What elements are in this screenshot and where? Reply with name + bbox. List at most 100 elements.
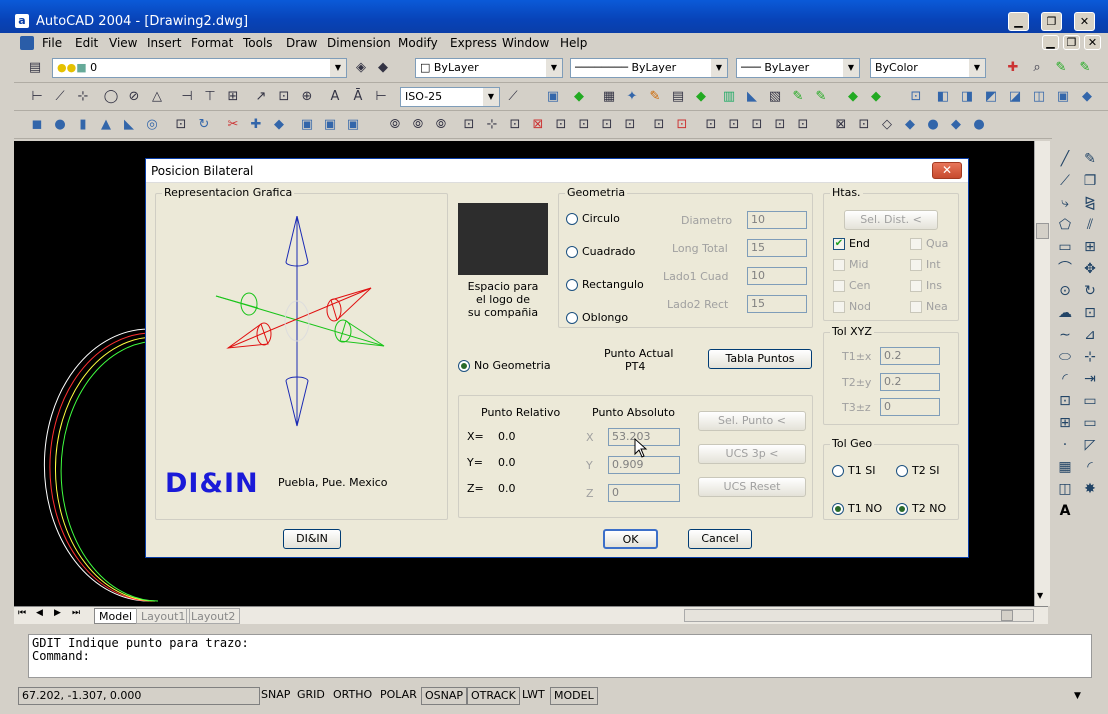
flat-edges-icon[interactable]: ◆ <box>947 116 965 134</box>
chevron-down-icon[interactable]: ▼ <box>711 59 727 77</box>
chevron-down-icon[interactable]: ▼ <box>843 59 859 77</box>
horizontal-scrollbar[interactable] <box>684 609 1034 622</box>
box-icon[interactable]: ◼ <box>28 116 46 134</box>
dim-update-icon[interactable]: ⊢ <box>372 88 390 106</box>
dim-edit-icon[interactable]: A <box>326 88 344 106</box>
break-at-point-icon[interactable]: ▭ <box>1080 413 1100 433</box>
radio-t1-si[interactable] <box>832 465 844 477</box>
doc-minimize-button[interactable]: ▁ <box>1042 35 1059 50</box>
radio-circulo[interactable] <box>566 213 578 225</box>
chamfer-icon[interactable]: ◸ <box>1080 435 1100 455</box>
check-nod[interactable] <box>833 301 845 313</box>
offset-faces-icon[interactable]: ⊡ <box>506 116 524 134</box>
next-tab-arrow-icon[interactable]: ▶ <box>54 608 61 618</box>
zoom-realtime-icon[interactable]: ✚ <box>1004 59 1022 77</box>
view-bottom-icon[interactable]: ◨ <box>958 88 976 106</box>
subtract-icon[interactable]: ⦾ <box>409 116 427 134</box>
prev-tab-arrow-icon[interactable]: ◀ <box>36 608 43 618</box>
shell-icon[interactable]: ⊡ <box>771 116 789 134</box>
menu-edit[interactable]: Edit <box>75 36 98 50</box>
check-icon[interactable]: ⊡ <box>794 116 812 134</box>
view-iso-icon[interactable]: ◆ <box>1078 88 1096 106</box>
view-top-icon[interactable]: ◧ <box>934 88 952 106</box>
tolerance-icon[interactable]: ⊡ <box>275 88 293 106</box>
lwt-toggle[interactable]: LWT <box>519 687 548 705</box>
continue-dim-icon[interactable]: ⊞ <box>224 88 242 106</box>
arc-icon[interactable]: ⌒ <box>1055 259 1075 279</box>
sel-punto-button[interactable]: Sel. Punto < <box>698 411 806 431</box>
menu-format[interactable]: Format <box>191 36 233 50</box>
gradient-icon[interactable]: ◆ <box>692 88 710 106</box>
taper-faces-icon[interactable]: ⊡ <box>575 116 593 134</box>
setup-view-icon[interactable]: ▣ <box>321 116 339 134</box>
ucs-icon[interactable]: ⊡ <box>907 88 925 106</box>
tabla-puntos-button[interactable]: Tabla Puntos <box>708 349 812 369</box>
otrack-toggle[interactable]: OTRACK <box>467 687 520 705</box>
make-current-layer-icon[interactable]: ◈ <box>352 59 370 77</box>
check-end[interactable]: ✔ <box>833 238 845 250</box>
abs-z-field[interactable]: 0 <box>608 484 680 502</box>
tab-layout1[interactable]: Layout1 <box>136 608 191 624</box>
dim-style-icon[interactable]: ⟋ <box>504 88 522 106</box>
rotate-icon[interactable]: ↻ <box>1080 281 1100 301</box>
abs-y-field[interactable]: 0.909 <box>608 456 680 474</box>
menu-view[interactable]: View <box>109 36 137 50</box>
sphere-icon[interactable]: ● <box>51 116 69 134</box>
menu-help[interactable]: Help <box>560 36 587 50</box>
angular-dim-icon[interactable]: △ <box>148 88 166 106</box>
intersect-icon[interactable]: ⦾ <box>432 116 450 134</box>
lado1-cuad-field[interactable]: 10 <box>747 267 807 285</box>
close-window-button[interactable]: ✕ <box>1074 12 1095 31</box>
menu-modify[interactable]: Modify <box>398 36 438 50</box>
baseline-dim-icon[interactable]: ⊤ <box>201 88 219 106</box>
tab-layout2[interactable]: Layout2 <box>186 608 241 624</box>
multiline-text-icon[interactable]: ▤ <box>669 88 687 106</box>
t1x-field[interactable]: 0.2 <box>880 347 940 365</box>
vertical-scrollbar[interactable]: ▼ <box>1034 141 1050 606</box>
radio-cuadrado[interactable] <box>566 246 578 258</box>
trim-icon[interactable]: ⊹ <box>1080 347 1100 367</box>
t3z-field[interactable]: 0 <box>880 398 940 416</box>
radio-rectangulo[interactable] <box>566 279 578 291</box>
radio-no-geometria[interactable] <box>458 360 470 372</box>
extend-icon[interactable]: ⇥ <box>1080 369 1100 389</box>
check-nea[interactable] <box>910 301 922 313</box>
interfere-icon[interactable]: ◆ <box>270 116 288 134</box>
rectangle-icon[interactable]: ▭ <box>1055 237 1075 257</box>
menu-window[interactable]: Window <box>502 36 549 50</box>
command-prompt[interactable]: Command: <box>32 650 1088 663</box>
explode-icon[interactable]: ✸ <box>1080 479 1100 499</box>
check-int[interactable] <box>910 259 922 271</box>
plotstyle-combo[interactable]: ByColor ▼ <box>870 58 986 78</box>
erase-icon[interactable]: ✎ <box>1080 149 1100 169</box>
ucs-3p-button[interactable]: UCS 3p < <box>698 444 806 464</box>
fillet-icon[interactable]: ◜ <box>1080 457 1100 477</box>
gouraud-icon[interactable]: ● <box>924 116 942 134</box>
maximize-button[interactable]: ❐ <box>1041 12 1062 31</box>
layer-previous-icon[interactable]: ◆ <box>374 59 392 77</box>
torus-icon[interactable]: ◎ <box>143 116 161 134</box>
break-icon[interactable]: ▭ <box>1080 391 1100 411</box>
cone-icon[interactable]: ▲ <box>97 116 115 134</box>
t2y-field[interactable]: 0.2 <box>880 373 940 391</box>
quick-dim-icon[interactable]: ⊣ <box>178 88 196 106</box>
layer-combo[interactable]: ●●■ 0 ▼ <box>52 58 347 78</box>
imprint-icon[interactable]: ⊡ <box>702 116 720 134</box>
ortho-toggle[interactable]: ORTHO <box>330 687 375 705</box>
lineweight-combo[interactable]: ─── ByLayer ▼ <box>736 58 860 78</box>
view-back-icon[interactable]: ▣ <box>1054 88 1072 106</box>
linear-dim-icon[interactable]: ⊢ <box>28 88 46 106</box>
radio-t2-no[interactable] <box>896 503 908 515</box>
flat-shaded-icon[interactable]: ◆ <box>901 116 919 134</box>
osnap-toggle[interactable]: OSNAP <box>421 687 468 705</box>
ordinate-dim-icon[interactable]: ⊹ <box>74 88 92 106</box>
menu-draw[interactable]: Draw <box>286 36 317 50</box>
hatch-icon[interactable]: ▦ <box>600 88 618 106</box>
section-icon[interactable]: ✚ <box>247 116 265 134</box>
express-tool-2-icon[interactable]: ✎ <box>812 88 830 106</box>
chevron-down-icon[interactable]: ▼ <box>969 59 985 77</box>
delete-faces-icon[interactable]: ⊠ <box>529 116 547 134</box>
render-icon[interactable]: ◆ <box>844 88 862 106</box>
diin-button[interactable]: DI&IN <box>283 529 341 549</box>
check-mid[interactable] <box>833 259 845 271</box>
